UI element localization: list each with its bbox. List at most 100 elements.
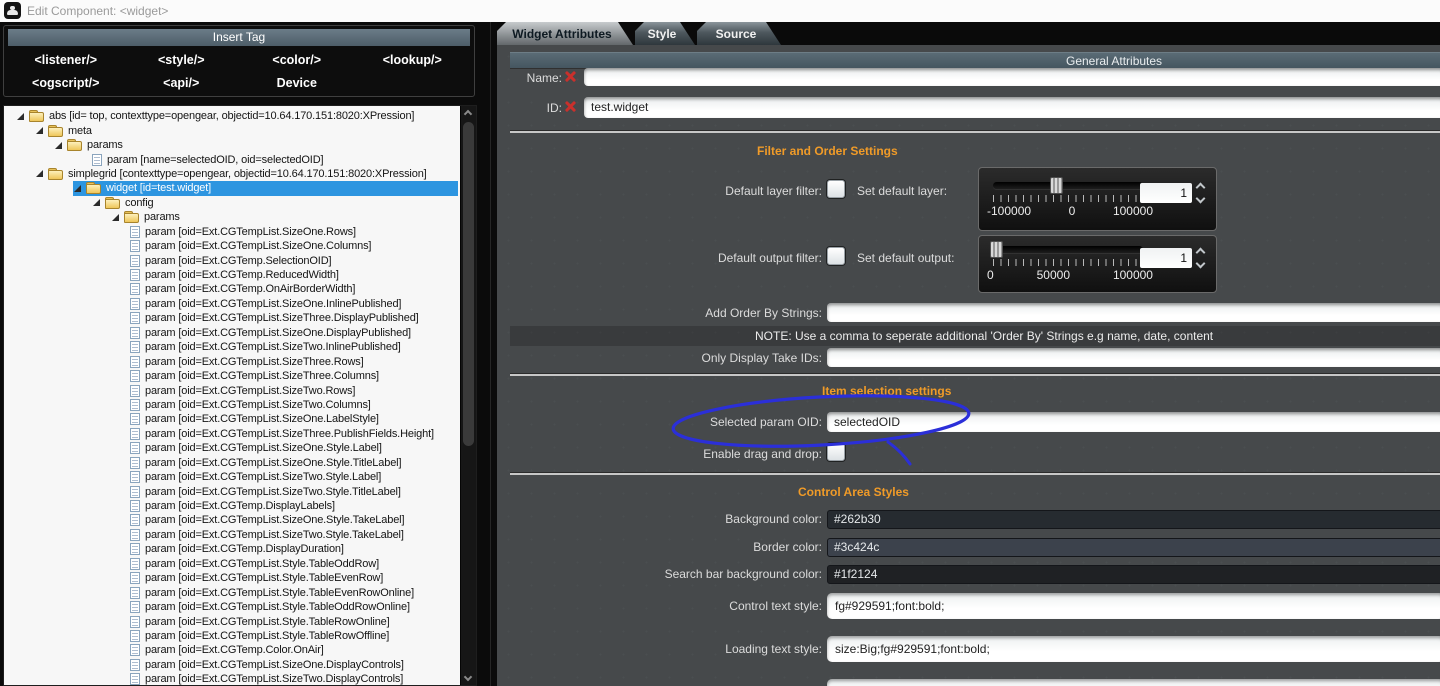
tree-item[interactable]: config: [6, 196, 458, 210]
tree-item[interactable]: param [oid=Ext.CGTempList.SizeOne.LabelS…: [6, 412, 458, 426]
tab-source[interactable]: Source: [697, 22, 781, 45]
scrollbar-thumb[interactable]: [463, 122, 474, 446]
tree-item[interactable]: param [oid=Ext.CGTempList.SizeOne.Inline…: [6, 297, 458, 311]
layer-slider-track[interactable]: [993, 177, 1143, 194]
tree-item[interactable]: param [oid=Ext.CGTemp.OnAirBorderWidth]: [6, 282, 458, 296]
tree-item-content[interactable]: param [oid=Ext.CGTempList.SizeThree.Disp…: [130, 311, 458, 325]
take-ids-input[interactable]: [827, 348, 1440, 367]
tree-item[interactable]: param [oid=Ext.CGTempList.SizeTwo.Style.…: [6, 484, 458, 498]
tree-item-content[interactable]: widget [id=test.widget]: [73, 181, 458, 196]
tree-item-content[interactable]: param [oid=Ext.CGTemp.DisplayLabels]: [130, 499, 458, 513]
tree-expander-icon[interactable]: [93, 199, 100, 207]
border-color-input[interactable]: #3c424c: [827, 538, 1440, 557]
tree-item-content[interactable]: param [oid=Ext.CGTempList.SizeOne.Style.…: [130, 513, 458, 527]
tree-item[interactable]: param [oid=Ext.CGTempList.Style.TableOdd…: [6, 557, 458, 571]
tree-item-content[interactable]: params: [54, 138, 458, 152]
insert-tag-button[interactable]: <listener/>: [8, 48, 124, 71]
tree-item[interactable]: param [oid=Ext.CGTempList.Style.TableOdd…: [6, 600, 458, 614]
tree-item[interactable]: param [oid=Ext.CGTempList.SizeOne.Column…: [6, 239, 458, 253]
tree-item[interactable]: params: [6, 210, 458, 224]
tree-scrollbar[interactable]: [460, 106, 476, 685]
tree-item[interactable]: param [oid=Ext.CGTempList.SizeThree.Publ…: [6, 427, 458, 441]
background-color-input[interactable]: #262b30: [827, 510, 1440, 529]
drag-drop-checkbox[interactable]: [827, 443, 845, 461]
tree-expander-icon[interactable]: [55, 141, 62, 149]
tree-expander-icon[interactable]: [17, 112, 24, 120]
insert-tag-button[interactable]: <lookup/>: [355, 48, 471, 71]
tree-item-content[interactable]: param [oid=Ext.CGTempList.SizeTwo.Displa…: [130, 672, 458, 685]
clipped-bottom-input[interactable]: [827, 679, 1440, 686]
tree-item-content[interactable]: simplegrid [contexttype=opengear, object…: [35, 167, 458, 181]
output-slider-track[interactable]: [990, 241, 1143, 258]
tree-item-content[interactable]: param [oid=Ext.CGTempList.SizeOne.Rows]: [130, 225, 458, 239]
layer-value-spinner[interactable]: 1: [1140, 183, 1192, 203]
insert-tag-button[interactable]: <ogscript/>: [8, 71, 124, 94]
tree-item-content[interactable]: param [oid=Ext.CGTempList.SizeOne.LabelS…: [130, 412, 458, 426]
tree-item[interactable]: param [oid=Ext.CGTempList.Style.TableEve…: [6, 571, 458, 585]
spinner-down-icon[interactable]: [1195, 258, 1206, 269]
scroll-up-icon[interactable]: [463, 109, 473, 119]
insert-tag-button[interactable]: Device: [239, 71, 355, 94]
tree-item[interactable]: meta: [6, 123, 458, 137]
scroll-down-icon[interactable]: [463, 672, 473, 682]
tree-item-content[interactable]: param [oid=Ext.CGTemp.DisplayDuration]: [130, 542, 458, 556]
order-by-input[interactable]: [827, 303, 1440, 322]
tree-item-content[interactable]: param [oid=Ext.CGTempList.SizeThree.Rows…: [130, 354, 458, 368]
layer-spinner-arrows[interactable]: [1195, 182, 1209, 204]
tree-item[interactable]: params: [6, 138, 458, 152]
tree-item[interactable]: param [oid=Ext.CGTemp.SelectionOID]: [6, 253, 458, 267]
tree-item-content[interactable]: param [oid=Ext.CGTempList.SizeOne.Inline…: [130, 297, 458, 311]
tree-item[interactable]: param [name=selectedOID, oid=selectedOID…: [6, 152, 458, 166]
tree-item-content[interactable]: param [oid=Ext.CGTempList.Style.TableOdd…: [130, 600, 458, 614]
tree-item-content[interactable]: param [name=selectedOID, oid=selectedOID…: [92, 152, 458, 166]
tree-item-content[interactable]: param [oid=Ext.CGTempList.SizeTwo.Style.…: [130, 484, 458, 498]
tree-item-content[interactable]: param [oid=Ext.CGTempList.Style.TableEve…: [130, 571, 458, 585]
tree-item[interactable]: param [oid=Ext.CGTempList.SizeTwo.Displa…: [6, 672, 458, 685]
tree-expander-icon[interactable]: [112, 213, 119, 221]
tree-item-content[interactable]: param [oid=Ext.CGTempList.SizeThree.Publ…: [130, 427, 458, 441]
tree-item-content[interactable]: param [oid=Ext.CGTemp.ReducedWidth]: [130, 268, 458, 282]
tree-item[interactable]: param [oid=Ext.CGTempList.Style.TableEve…: [6, 585, 458, 599]
spinner-up-icon[interactable]: [1195, 182, 1206, 193]
tab-style[interactable]: Style: [635, 22, 695, 45]
tree-item-content[interactable]: param [oid=Ext.CGTempList.SizeOne.Style.…: [130, 441, 458, 455]
tree-item-content[interactable]: param [oid=Ext.CGTemp.OnAirBorderWidth]: [130, 282, 458, 296]
tree-item[interactable]: param [oid=Ext.CGTempList.SizeOne.Displa…: [6, 658, 458, 672]
tree-item[interactable]: widget [id=test.widget]: [6, 181, 458, 196]
tree-item-content[interactable]: param [oid=Ext.CGTemp.SelectionOID]: [130, 253, 458, 267]
tree-item-content[interactable]: param [oid=Ext.CGTempList.SizeTwo.Style.…: [130, 528, 458, 542]
tree-item-content[interactable]: params: [111, 210, 458, 224]
tree-item[interactable]: param [oid=Ext.CGTempList.SizeThree.Colu…: [6, 369, 458, 383]
tree-item[interactable]: param [oid=Ext.CGTempList.SizeTwo.Column…: [6, 398, 458, 412]
tree-expander-icon[interactable]: [36, 127, 43, 135]
tree-item[interactable]: abs [id= top, contexttype=opengear, obje…: [6, 109, 458, 123]
output-value-spinner[interactable]: 1: [1140, 248, 1192, 268]
tree-item-content[interactable]: param [oid=Ext.CGTempList.SizeOne.Displa…: [130, 658, 458, 672]
tree-item[interactable]: param [oid=Ext.CGTempList.SizeTwo.Inline…: [6, 340, 458, 354]
tree-item-content[interactable]: param [oid=Ext.CGTempList.SizeTwo.Rows]: [130, 383, 458, 397]
tree-item[interactable]: simplegrid [contexttype=opengear, object…: [6, 167, 458, 181]
tree-item-content[interactable]: param [oid=Ext.CGTempList.SizeOne.Style.…: [130, 456, 458, 470]
output-slider-handle[interactable]: [990, 241, 1003, 258]
control-text-style-input[interactable]: fg#929591;font:bold;: [827, 593, 1440, 619]
spinner-down-icon[interactable]: [1195, 193, 1206, 204]
tree-item-content[interactable]: param [oid=Ext.CGTemp.Color.OnAir]: [130, 643, 458, 657]
tree-item[interactable]: param [oid=Ext.CGTempList.SizeOne.Displa…: [6, 326, 458, 340]
tree-item-content[interactable]: meta: [35, 123, 458, 137]
tree-item[interactable]: param [oid=Ext.CGTempList.SizeOne.Style.…: [6, 513, 458, 527]
tree-item[interactable]: param [oid=Ext.CGTempList.SizeOne.Style.…: [6, 441, 458, 455]
tree-item[interactable]: param [oid=Ext.CGTempList.SizeOne.Style.…: [6, 456, 458, 470]
tree-item[interactable]: param [oid=Ext.CGTempList.SizeThree.Rows…: [6, 354, 458, 368]
tree-item-content[interactable]: param [oid=Ext.CGTempList.SizeTwo.Column…: [130, 398, 458, 412]
tree-item[interactable]: param [oid=Ext.CGTempList.SizeOne.Rows]: [6, 225, 458, 239]
tree-expander-icon[interactable]: [36, 170, 43, 178]
default-output-filter-checkbox[interactable]: [827, 247, 845, 265]
tree-item[interactable]: param [oid=Ext.CGTemp.DisplayLabels]: [6, 499, 458, 513]
tab-widget-attributes[interactable]: Widget Attributes: [497, 22, 633, 45]
tree-item[interactable]: param [oid=Ext.CGTempList.Style.TableRow…: [6, 629, 458, 643]
tree-item[interactable]: param [oid=Ext.CGTemp.DisplayDuration]: [6, 542, 458, 556]
tree-item-content[interactable]: param [oid=Ext.CGTempList.SizeThree.Colu…: [130, 369, 458, 383]
output-spinner-arrows[interactable]: [1195, 247, 1209, 269]
tree-item-content[interactable]: param [oid=Ext.CGTempList.SizeOne.Column…: [130, 239, 458, 253]
tree-item-content[interactable]: param [oid=Ext.CGTempList.Style.TableOdd…: [130, 557, 458, 571]
